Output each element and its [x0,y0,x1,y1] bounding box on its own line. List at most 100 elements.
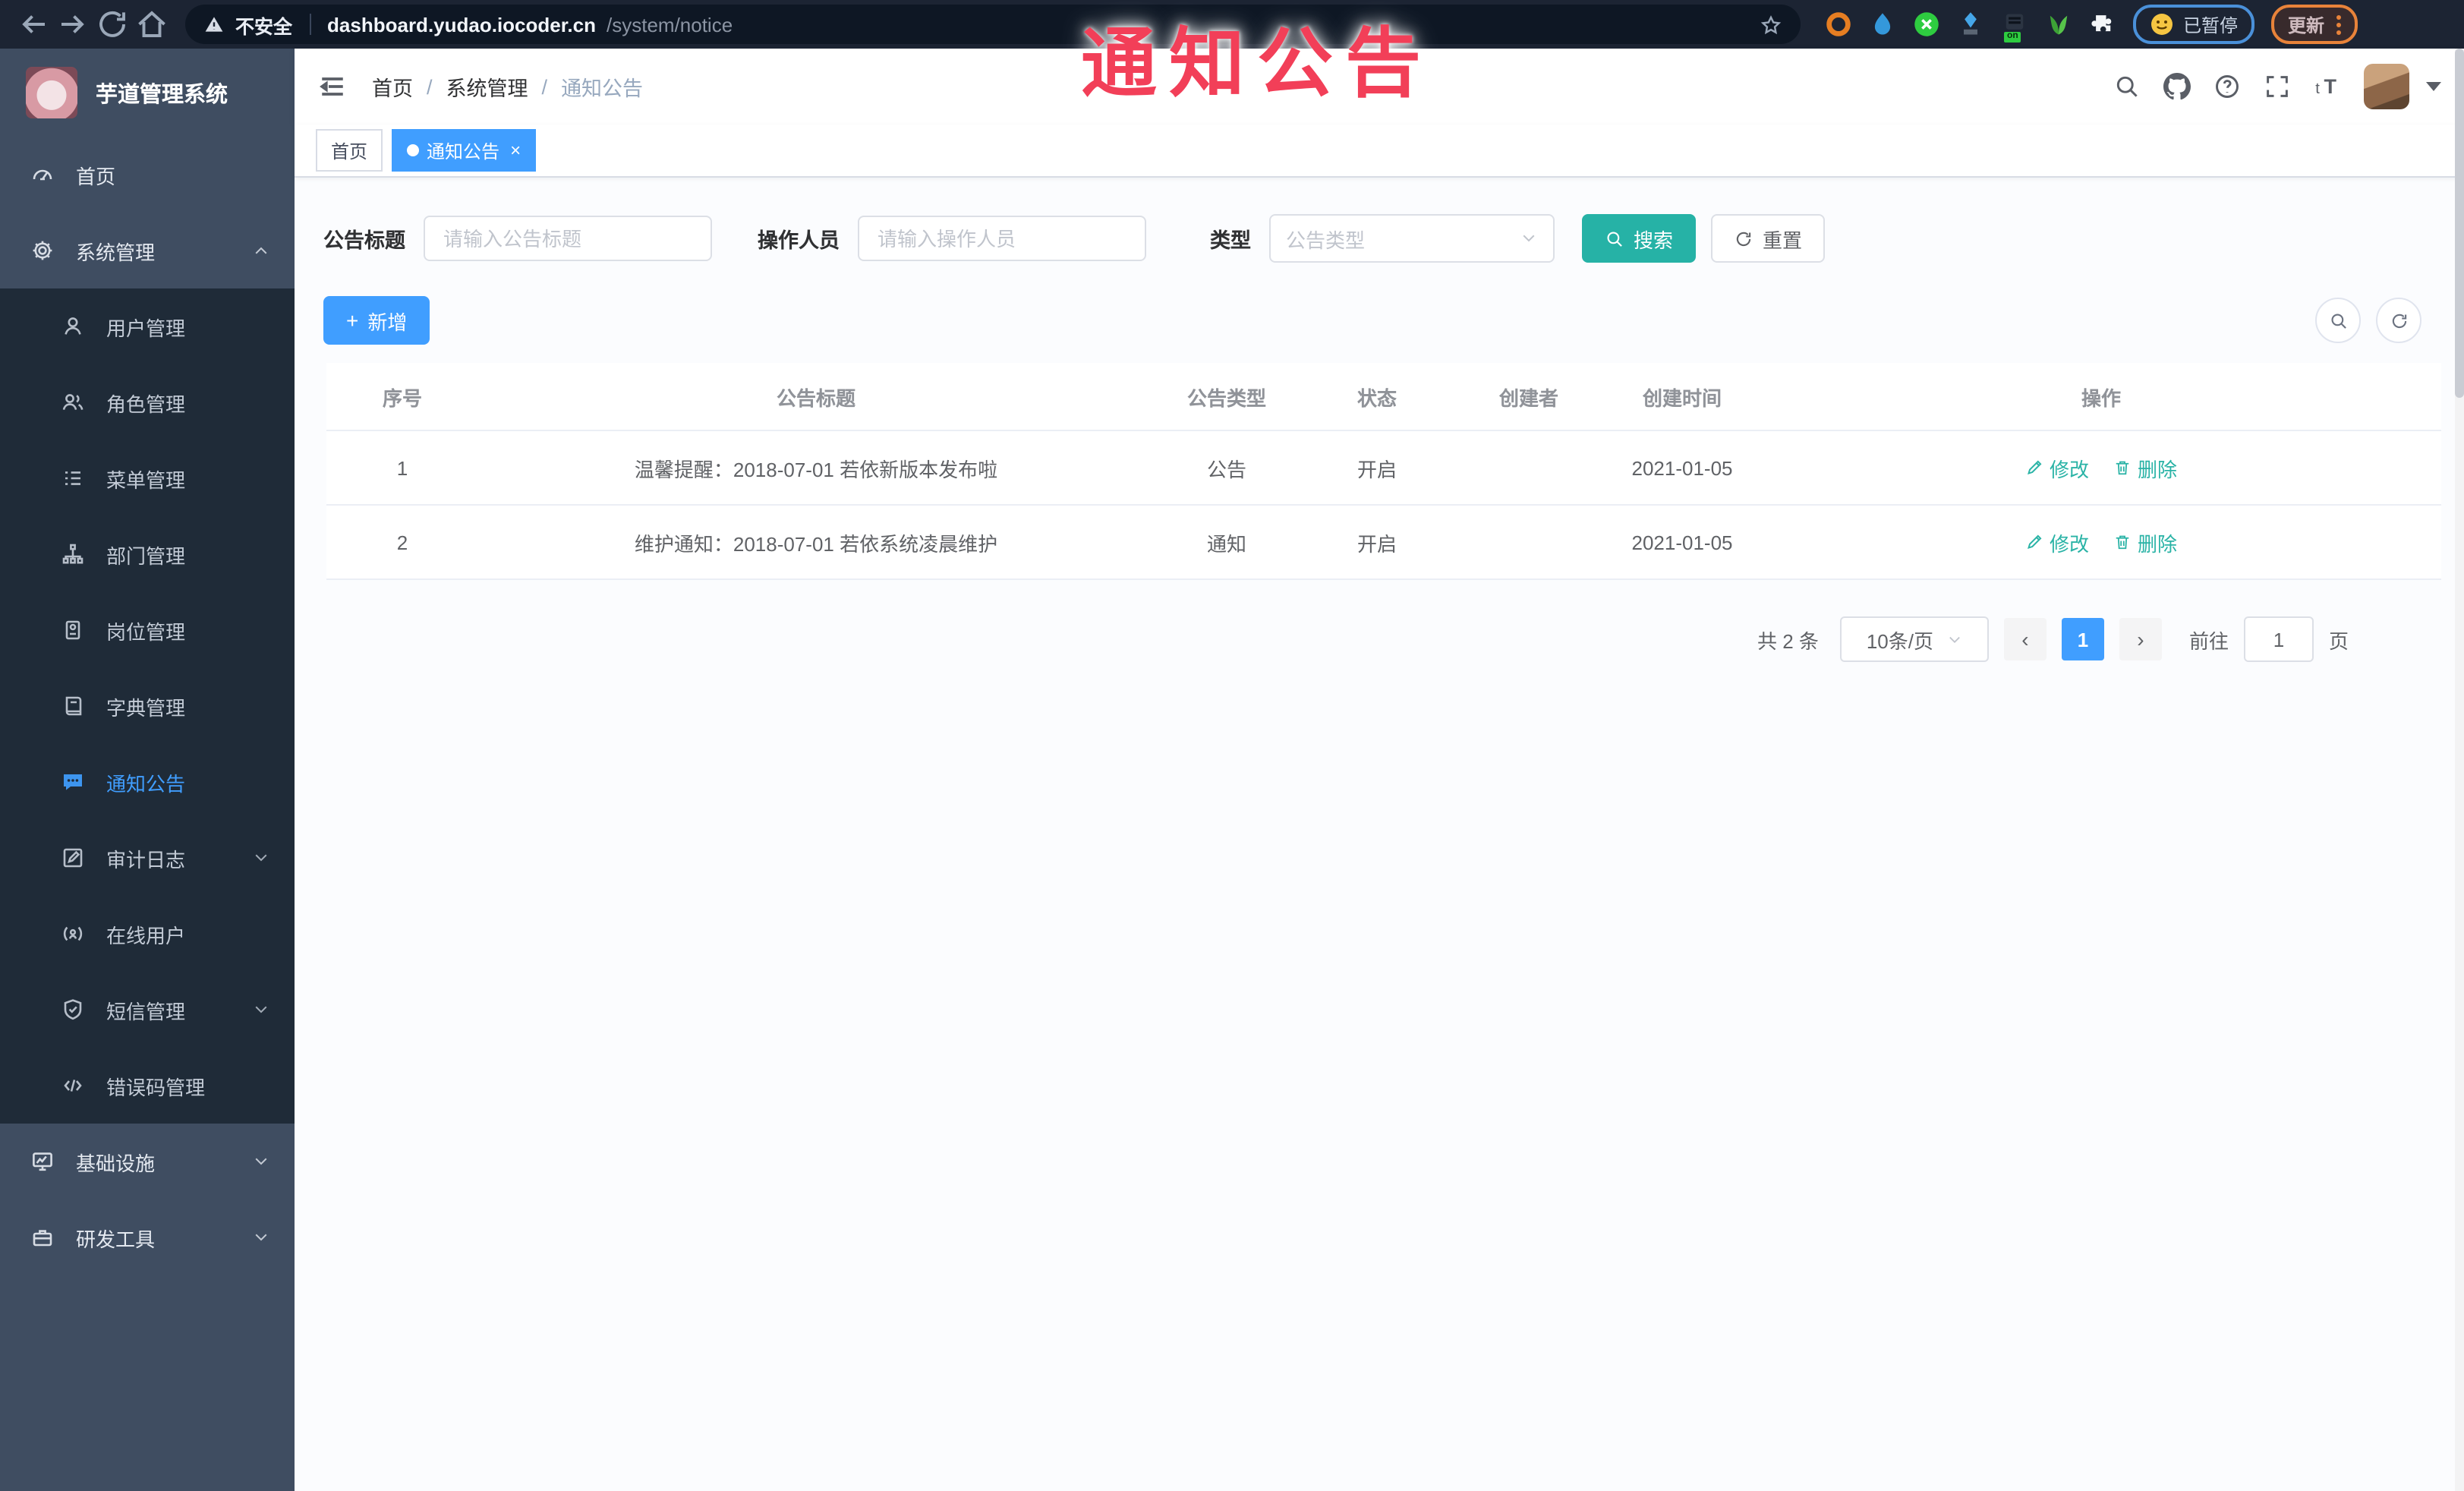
notice-title-input[interactable] [424,216,712,261]
online-user-icon [61,922,85,946]
user-icon [61,314,85,339]
font-size-icon[interactable]: tT [2314,73,2341,100]
extension-icon-switch-on[interactable]: on [2001,11,2028,43]
notice-type-select[interactable]: 公告类型 [1269,214,1555,263]
search-button[interactable]: 搜索 [1582,214,1697,263]
cell-type: 公告 [1206,458,1246,481]
sidebar-item-menu-management[interactable]: 菜单管理 [0,440,295,516]
extension-icon-leaf[interactable] [2045,11,2072,38]
address-bar[interactable]: 不安全 dashboard.yudao.iocoder.cn/system/no… [185,5,1801,44]
sidebar-item-notice-announcement[interactable]: 通知公告 [0,744,295,820]
tag-close-icon[interactable]: × [510,141,521,159]
filter-form: 公告标题 操作人员 类型 公告类型 搜索 [323,214,2443,263]
sidebar-item-dev-tools[interactable]: 研发工具 [0,1199,295,1275]
sidebar-item-post-management[interactable]: 岗位管理 [0,592,295,668]
table-row[interactable]: 2 维护通知：2018-07-01 若依系统凌晨维护 通知 开启 2021-01… [326,506,2441,580]
page-size-select[interactable]: 10条/页 [1839,616,1989,662]
announcement-icon [61,770,85,794]
org-tree-icon [61,542,85,566]
sidebar-item-user-management[interactable]: 用户管理 [0,288,295,364]
table-header-row: 序号 公告标题 公告类型 状态 创建者 创建时间 操作 [326,363,2441,431]
breadcrumb-system[interactable]: 系统管理 [446,71,528,102]
edit-button[interactable]: 修改 [2025,528,2089,556]
chevron-down-icon [1946,631,1962,648]
extension-icon-gem[interactable] [1957,11,1984,38]
table-row[interactable]: 1 温馨提醒：2018-07-01 若依新版本发布啦 公告 开启 2021-01… [326,431,2441,506]
sidebar-collapse-icon[interactable] [317,71,348,102]
next-page-button[interactable]: › [2119,618,2162,660]
page-1-button[interactable]: 1 [2061,618,2104,660]
refresh-icon [2389,310,2409,330]
col-status: 状态 [1356,386,1397,409]
bookmark-star-icon[interactable] [1760,13,1782,36]
extensions-puzzle-icon[interactable] [2089,11,2116,38]
goto-page-input[interactable] [2243,616,2314,662]
delete-button[interactable]: 删除 [2113,453,2177,482]
prev-page-button[interactable]: ‹ [2003,618,2047,660]
cell-status: 开启 [1356,458,1397,481]
browser-forward-icon[interactable] [55,6,91,43]
reset-button[interactable]: 重置 [1711,214,1826,263]
sidebar: 芋道管理系统 首页 系统管理 用户管理 角色管理 菜单管理 部门管理 岗位管理 … [0,49,295,1491]
avatar-caret-down-icon[interactable] [2426,82,2441,91]
sidebar-item-audit-log[interactable]: 审计日志 [0,820,295,896]
col-title: 公告标题 [776,386,855,409]
cell-actions: 修改 删除 [1761,528,2441,556]
toggle-search-button[interactable] [2315,298,2361,343]
col-type: 公告类型 [1186,386,1266,409]
github-icon[interactable] [2163,73,2191,100]
page-content: 公告标题 操作人员 类型 公告类型 搜索 [295,178,2464,1491]
search-icon[interactable] [2113,73,2141,100]
sidebar-item-department-management[interactable]: 部门管理 [0,516,295,592]
sidebar-item-role-management[interactable]: 角色管理 [0,364,295,440]
goto-label: 前往 [2188,629,2229,652]
sidebar-item-infrastructure[interactable]: 基础设施 [0,1124,295,1199]
url-path: /system/notice [607,13,733,36]
sms-shield-icon [61,998,85,1022]
sidebar-item-home[interactable]: 首页 [0,137,295,213]
sidebar-item-online-users[interactable]: 在线用户 [0,896,295,972]
users-icon [61,390,85,415]
edit-button[interactable]: 修改 [2025,453,2089,482]
update-label: 更新 [2288,14,2325,36]
chevron-down-icon [252,1228,270,1247]
breadcrumb-current: 通知公告 [561,77,644,100]
extension-icon-green-circle[interactable] [1913,11,1940,38]
app-logo-row[interactable]: 芋道管理系统 [0,49,295,137]
page-unit-label: 页 [2328,629,2349,652]
chevron-down-icon [252,849,270,867]
tag-home[interactable]: 首页 [316,129,383,172]
browser-menu-icon[interactable] [2336,14,2342,34]
delete-button[interactable]: 删除 [2113,528,2177,556]
user-avatar[interactable] [2364,64,2409,109]
chevron-up-icon [252,241,270,260]
cell-created: 2021-01-05 [1631,531,1733,553]
browser-back-icon[interactable] [15,6,52,43]
filter-operator-label: 操作人员 [758,229,840,252]
cell-title: 维护通知：2018-07-01 若依系统凌晨维护 [634,532,998,555]
tags-view-bar: 首页 通知公告 × [295,125,2464,178]
breadcrumb-home[interactable]: 首页 [372,71,413,102]
sidebar-item-sms-management[interactable]: 短信管理 [0,972,295,1048]
tag-notice[interactable]: 通知公告 × [392,129,537,172]
extension-icon-orange-ring[interactable] [1825,11,1852,38]
error-code-icon [61,1073,85,1098]
help-icon[interactable] [2214,73,2241,100]
sidebar-item-dict-management[interactable]: 字典管理 [0,668,295,744]
browser-home-icon[interactable] [134,6,170,43]
browser-update-button[interactable]: 更新 [2271,5,2358,44]
sidebar-menu: 首页 系统管理 用户管理 角色管理 菜单管理 部门管理 岗位管理 字典管理 通知… [0,137,295,1491]
overlay-caption: 通知公告 [1081,21,1433,106]
browser-reload-icon[interactable] [94,6,131,43]
profile-paused-badge[interactable]: 已暂停 [2133,5,2255,44]
add-button[interactable]: + 新增 [323,296,430,345]
window-scrollbar[interactable] [2455,49,2464,1491]
sidebar-item-system-management[interactable]: 系统管理 [0,213,295,288]
sidebar-item-error-code-management[interactable]: 错误码管理 [0,1048,295,1124]
active-dot [407,144,420,156]
cell-status: 开启 [1356,532,1397,555]
refresh-table-button[interactable] [2376,298,2421,343]
fullscreen-icon[interactable] [2264,73,2291,100]
extension-icon-blue-drop[interactable] [1869,11,1896,38]
operator-input[interactable] [858,216,1146,261]
